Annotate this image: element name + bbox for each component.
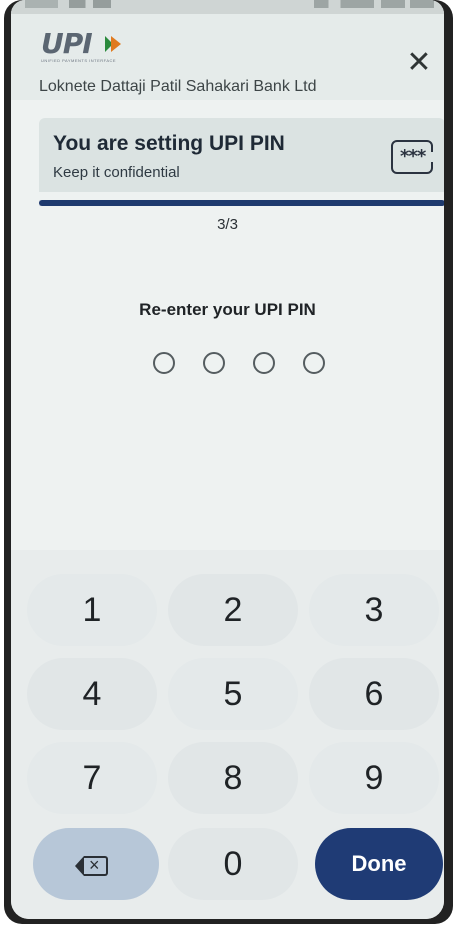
- pin-entry-label: Re-enter your UPI PIN: [139, 300, 316, 319]
- done-button[interactable]: Done: [315, 828, 443, 900]
- status-left-icons: [25, 0, 135, 8]
- key-8[interactable]: 8: [168, 742, 298, 814]
- status-right-icons: [314, 0, 434, 8]
- screen: UPI UNIFIED PAYMENTS INTERFACE Loknete D…: [11, 0, 444, 919]
- pin-dot: [203, 352, 225, 374]
- key-3[interactable]: 3: [309, 574, 439, 646]
- key-4[interactable]: 4: [27, 658, 157, 730]
- upi-logo: UPI UNIFIED PAYMENTS INTERFACE: [41, 30, 135, 64]
- backspace-icon: [75, 852, 108, 878]
- key-2[interactable]: 2: [168, 574, 298, 646]
- backspace-button[interactable]: [33, 828, 159, 900]
- info-card: You are setting UPI PIN Keep it confiden…: [39, 118, 444, 192]
- keypad: 1 2 3 4 5 6 7 8 9 0 Done: [11, 550, 444, 919]
- info-card-title: You are setting UPI PIN: [53, 132, 285, 155]
- key-6[interactable]: 6: [309, 658, 439, 730]
- info-card-subtitle: Keep it confidential: [53, 164, 180, 181]
- upi-logo-text: UPI: [41, 27, 93, 60]
- pin-dot: [253, 352, 275, 374]
- upi-arrow-orange-icon: [111, 36, 121, 52]
- key-5[interactable]: 5: [168, 658, 298, 730]
- bank-name: Loknete Dattaji Patil Sahakari Bank Ltd: [39, 78, 317, 95]
- upi-logo-tagline: UNIFIED PAYMENTS INTERFACE: [41, 58, 117, 63]
- step-counter: 3/3: [217, 216, 238, 233]
- close-icon: ✕: [406, 45, 432, 80]
- progress-bar-fill: [39, 200, 444, 206]
- close-button[interactable]: ✕: [402, 48, 436, 82]
- pin-icon-text: ***: [400, 146, 426, 167]
- key-0[interactable]: 0: [168, 828, 298, 900]
- pin-dots: [153, 352, 333, 378]
- pin-dot: [153, 352, 175, 374]
- key-1[interactable]: 1: [27, 574, 157, 646]
- header: UPI UNIFIED PAYMENTS INTERFACE Loknete D…: [11, 14, 444, 100]
- device-frame: UPI UNIFIED PAYMENTS INTERFACE Loknete D…: [4, 0, 453, 924]
- key-7[interactable]: 7: [27, 742, 157, 814]
- progress-bar: [39, 200, 444, 206]
- status-bar: [11, 0, 444, 14]
- pin-field-icon: ***: [391, 140, 435, 174]
- pin-dot: [303, 352, 325, 374]
- key-9[interactable]: 9: [309, 742, 439, 814]
